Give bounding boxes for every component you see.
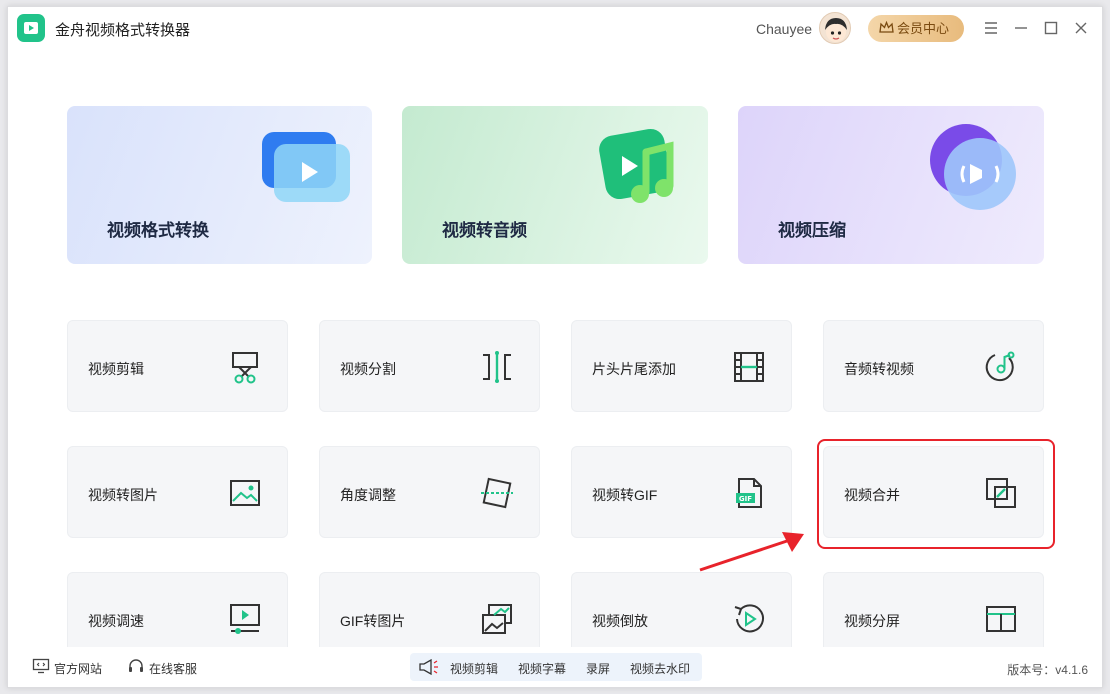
- tool-label: 视频分割: [340, 361, 396, 377]
- rotate-frame-icon: [481, 477, 513, 509]
- tool-label: 视频倒放: [592, 613, 648, 629]
- close-icon[interactable]: [1072, 19, 1090, 37]
- scissors-icon: [232, 352, 258, 384]
- monitor-icon: [32, 658, 50, 674]
- tool-label: 视频合并: [844, 487, 900, 503]
- tool-label: 片头片尾添加: [592, 361, 676, 377]
- quick-link-subtitles[interactable]: 视频字幕: [518, 660, 566, 677]
- tool-angle-adjust[interactable]: 角度调整: [319, 446, 540, 538]
- user-name[interactable]: Chauyee: [756, 21, 812, 37]
- bottom-bar: 官方网站 在线客服 视频剪辑 视频字幕 录屏 视频去水印 版本号：v4.1.6: [8, 647, 1102, 687]
- feature-card-label: 视频压缩: [778, 221, 846, 240]
- menu-icon[interactable]: [982, 19, 1000, 37]
- tool-label: 音频转视频: [844, 361, 914, 377]
- tool-label: 视频剪辑: [88, 361, 144, 377]
- avatar[interactable]: [819, 12, 851, 44]
- crown-icon: [879, 21, 894, 33]
- app-logo-icon: [17, 14, 45, 42]
- title-bar: 金舟视频格式转换器 Chauyee 会员中心: [8, 7, 1102, 49]
- website-link[interactable]: 官方网站: [32, 658, 103, 677]
- tool-intro-outro[interactable]: 片头片尾添加: [571, 320, 792, 412]
- svg-text:GIF: GIF: [739, 495, 752, 503]
- tool-video-split[interactable]: 视频分割: [319, 320, 540, 412]
- tool-label: GIF转图片: [340, 613, 406, 629]
- support-link[interactable]: 在线客服: [129, 659, 198, 677]
- quick-link-screen-record[interactable]: 录屏: [586, 660, 610, 677]
- feature-card-video-convert[interactable]: 视频格式转换: [67, 106, 372, 264]
- tool-video-to-image[interactable]: 视频转图片: [67, 446, 288, 538]
- reverse-play-icon: [734, 604, 764, 633]
- quick-link-remove-watermark[interactable]: 视频去水印: [630, 660, 690, 677]
- vip-center-button[interactable]: 会员中心: [868, 15, 964, 42]
- split-icon: [483, 351, 511, 383]
- tool-label: 视频转图片: [88, 487, 158, 503]
- feature-card-label: 视频格式转换: [107, 221, 209, 240]
- annotation-arrow-icon: [699, 532, 804, 572]
- tool-video-edit[interactable]: 视频剪辑: [67, 320, 288, 412]
- gif-to-image-icon: [482, 604, 512, 634]
- video-to-audio-icon: [599, 128, 674, 203]
- version-label: 版本号：v4.1.6: [1007, 663, 1088, 677]
- app-window: 金舟视频格式转换器 Chauyee 会员中心 视频格式转换 视频转音频 视频压缩…: [7, 6, 1103, 688]
- headset-icon: [129, 659, 143, 672]
- website-label: 官方网站: [54, 662, 103, 676]
- feature-card-video-to-audio[interactable]: 视频转音频: [402, 106, 708, 264]
- quick-links-bar: 视频剪辑 视频字幕 录屏 视频去水印: [410, 653, 702, 681]
- split-screen-icon: [986, 606, 1016, 632]
- vip-center-label: 会员中心: [897, 21, 950, 36]
- megaphone-icon: [419, 659, 438, 675]
- video-convert-icon: [262, 132, 350, 202]
- maximize-icon[interactable]: [1042, 19, 1060, 37]
- tool-label: 角度调整: [340, 487, 396, 503]
- support-label: 在线客服: [149, 662, 198, 676]
- tool-video-merge[interactable]: 视频合并: [823, 446, 1044, 538]
- feature-card-video-compress[interactable]: 视频压缩: [738, 106, 1044, 264]
- tool-label: 视频转GIF: [592, 487, 658, 503]
- video-compress-icon: [930, 124, 1016, 210]
- gif-file-icon: GIF: [736, 478, 762, 508]
- tool-audio-to-video[interactable]: 音频转视频: [823, 320, 1044, 412]
- merge-icon: [986, 478, 1016, 508]
- quick-link-video-edit[interactable]: 视频剪辑: [450, 660, 498, 677]
- speed-icon: [230, 604, 260, 634]
- feature-card-label: 视频转音频: [442, 221, 527, 240]
- tool-video-to-gif[interactable]: 视频转GIF GIF: [571, 446, 792, 538]
- tool-label: 视频分屏: [844, 613, 900, 629]
- app-title: 金舟视频格式转换器: [55, 22, 191, 39]
- tool-label: 视频调速: [88, 613, 144, 629]
- music-disc-icon: [985, 351, 1015, 382]
- image-icon: [230, 480, 260, 506]
- film-strip-icon: [734, 352, 764, 382]
- minimize-icon[interactable]: [1012, 19, 1030, 37]
